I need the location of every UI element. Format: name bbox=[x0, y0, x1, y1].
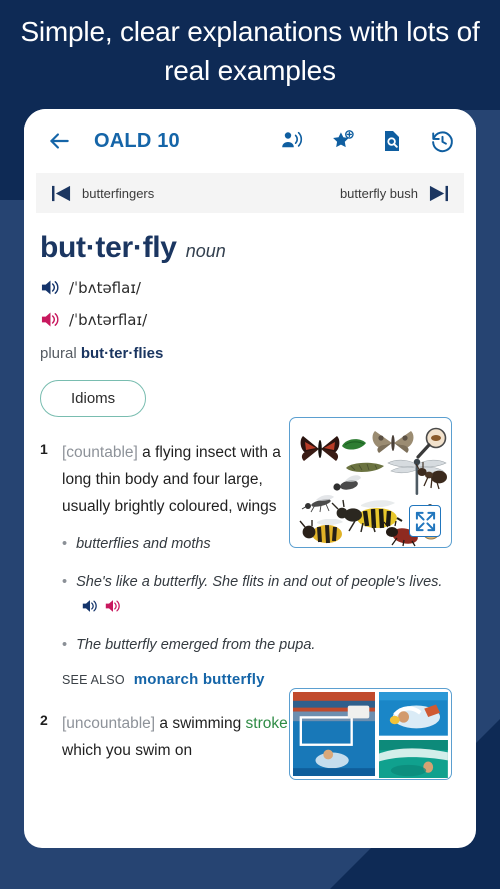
part-of-speech: noun bbox=[185, 241, 226, 261]
app-title: OALD 10 bbox=[94, 129, 180, 152]
plural-label: plural bbox=[40, 345, 77, 362]
see-also-row: SEE ALSO monarch butterfly bbox=[62, 671, 462, 688]
butterfly-illustration bbox=[300, 436, 340, 461]
header-tools bbox=[278, 127, 462, 155]
clock-rewind-icon[interactable] bbox=[428, 127, 456, 155]
swimming-photo-column bbox=[379, 692, 448, 779]
person-speaking-icon[interactable] bbox=[278, 127, 306, 155]
grammar-label: [countable] bbox=[62, 444, 138, 461]
skip-next-icon bbox=[427, 184, 450, 203]
next-entry-link[interactable]: butterfly bush bbox=[340, 184, 450, 203]
speaker-icon[interactable] bbox=[81, 598, 99, 614]
grammar-label: [uncountable] bbox=[62, 715, 156, 732]
bullet-icon: • bbox=[62, 574, 68, 590]
sense-number: 2 bbox=[40, 712, 48, 728]
example-item: • She's like a butterfly. She flits in a… bbox=[62, 570, 462, 620]
app-screenshot-card: OALD 10 butterfingers butterfly bush but… bbox=[24, 109, 476, 848]
example-text: The butterfly emerged from the pupa. bbox=[76, 637, 316, 653]
sense-definition: [uncountable] a swimming stroke in which… bbox=[62, 710, 312, 764]
speaker-icon[interactable] bbox=[40, 310, 61, 329]
front-crawl-photo bbox=[379, 692, 448, 736]
ant-illustration bbox=[415, 462, 447, 490]
sense-2: 2 [uncountable] a swimming stroke in whi… bbox=[36, 688, 464, 780]
pronunciation-us: /ˈbʌtərflaɪ/ bbox=[36, 297, 464, 329]
moth-illustration bbox=[372, 431, 414, 453]
pronunciation-uk: /ˈbʌtəflaɪ/ bbox=[36, 265, 464, 297]
sense-definition: [countable] a flying insect with a long … bbox=[62, 439, 312, 520]
skip-previous-icon bbox=[50, 184, 73, 203]
leaf-insect-illustration bbox=[342, 439, 366, 450]
example-list: • butterflies and moths • She's like a b… bbox=[62, 532, 462, 658]
fly-illustration bbox=[333, 475, 361, 491]
bullet-icon: • bbox=[62, 536, 68, 552]
example-text: She's like a butterfly. She flits in and… bbox=[76, 574, 443, 590]
entry-navigation-strip: butterfingers butterfly bush bbox=[36, 173, 464, 213]
ipa-us: /ˈbʌtərflaɪ/ bbox=[69, 310, 148, 329]
app-header: OALD 10 bbox=[24, 109, 476, 173]
bullet-icon: • bbox=[62, 637, 68, 653]
speaker-icon[interactable] bbox=[104, 598, 122, 614]
headword: but·ter·fly bbox=[40, 231, 177, 264]
promo-headline: Simple, clear explanations with lots of … bbox=[20, 16, 480, 86]
swimming-photo-grid bbox=[293, 692, 448, 779]
water-polo-photo bbox=[293, 692, 376, 776]
sense-1: 1 [countable] a flying insect with a lon… bbox=[36, 417, 464, 688]
idioms-button[interactable]: Idioms bbox=[40, 380, 147, 417]
plural-form-row: plural but·ter·flies bbox=[36, 329, 464, 362]
expand-icon[interactable] bbox=[409, 505, 441, 537]
document-search-icon[interactable] bbox=[378, 127, 406, 155]
dictionary-entry: but·ter·fly noun /ˈbʌtəflaɪ/ /ˈbʌtərflaɪ… bbox=[24, 213, 476, 780]
plural-form: but·ter·flies bbox=[80, 345, 164, 362]
definition-cross-reference-link[interactable]: stroke bbox=[246, 715, 288, 732]
ipa-uk: /ˈbʌtəflaɪ/ bbox=[69, 278, 141, 297]
swimming-photos[interactable] bbox=[289, 688, 452, 780]
insects-illustration[interactable] bbox=[289, 417, 452, 548]
previous-entry-label: butterfingers bbox=[82, 185, 155, 201]
previous-entry-link[interactable]: butterfingers bbox=[50, 184, 154, 203]
example-text-wrapper: She's like a butterfly. She flits in and… bbox=[76, 570, 456, 620]
sense-number: 1 bbox=[40, 441, 48, 457]
see-also-label: SEE ALSO bbox=[62, 673, 125, 687]
headword-row: but·ter·fly noun bbox=[36, 213, 464, 265]
back-arrow-icon[interactable] bbox=[42, 124, 76, 158]
see-also-link[interactable]: monarch butterfly bbox=[134, 671, 265, 688]
bee-illustration bbox=[299, 519, 343, 544]
example-item: • The butterfly emerged from the pupa. bbox=[62, 633, 462, 658]
next-entry-label: butterfly bush bbox=[339, 185, 418, 201]
speaker-icon[interactable] bbox=[40, 278, 61, 297]
definition-text-before: a swimming bbox=[159, 715, 246, 732]
star-plus-icon[interactable] bbox=[328, 127, 356, 155]
insect-illustration-grid bbox=[295, 423, 447, 547]
butterfly-stroke-photo bbox=[379, 739, 448, 779]
